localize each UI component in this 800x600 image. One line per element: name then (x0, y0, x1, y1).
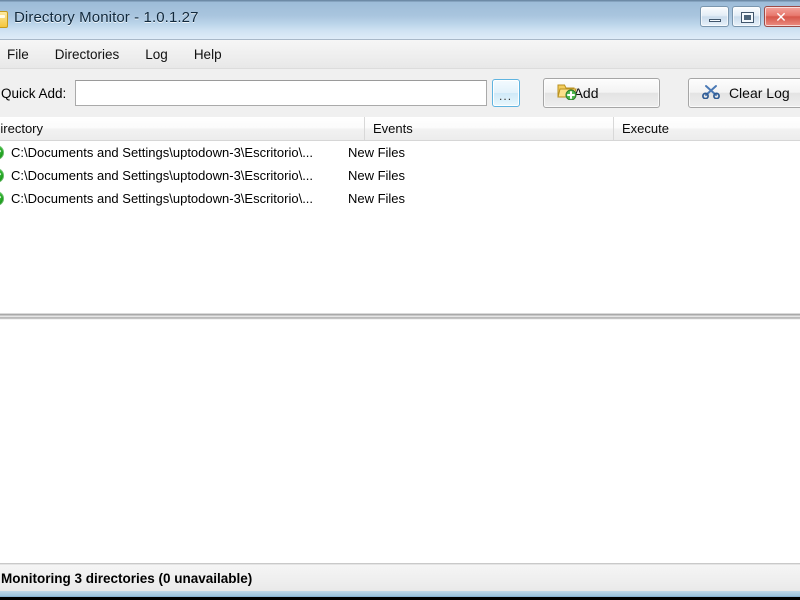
clear-log-button-label: Clear Log (728, 85, 790, 101)
column-header-execute[interactable]: Execute (614, 117, 800, 140)
add-button[interactable]: Add (542, 78, 660, 108)
toolbar: Quick Add: ... Add Clear Log (0, 69, 800, 117)
minimize-icon (709, 19, 721, 22)
cell-directory: C:\Documents and Settings\uptodown-3\Esc… (11, 145, 314, 160)
maximize-button[interactable] (732, 6, 761, 27)
pane-splitter[interactable] (0, 312, 800, 321)
menu-item-directories[interactable]: Directories (42, 43, 133, 66)
column-header-events[interactable]: Events (365, 117, 614, 140)
menu-item-log[interactable]: Log (132, 43, 181, 66)
table-row[interactable]: C:\Documents and Settings\uptodown-3\Esc… (0, 141, 800, 164)
status-text: Monitoring 3 directories (0 unavailable) (1, 570, 253, 586)
menu-item-help[interactable]: Help (181, 43, 235, 66)
menu-bar: File Directories Log Help (0, 40, 800, 69)
maximize-icon (741, 12, 754, 23)
active-icon (0, 168, 4, 183)
cell-directory: C:\Documents and Settings\uptodown-3\Esc… (11, 168, 314, 183)
quick-add-input[interactable] (75, 80, 487, 106)
folder-add-icon (556, 82, 577, 105)
close-button[interactable]: ✕ (764, 6, 800, 27)
table-row[interactable]: C:\Documents and Settings\uptodown-3\Esc… (0, 164, 800, 187)
status-bar: Monitoring 3 directories (0 unavailable) (0, 564, 800, 591)
active-icon (0, 145, 4, 160)
column-header-row: Directory Events Execute (0, 117, 800, 141)
application-window: Directory Monitor - 1.0.1.27 ✕ File Dire… (0, 0, 800, 597)
clear-log-button[interactable]: Clear Log (687, 78, 800, 108)
column-header-directory[interactable]: Directory (0, 117, 365, 140)
cell-events: New Files (347, 168, 406, 183)
window-title: Directory Monitor - 1.0.1.27 (14, 9, 199, 26)
window-controls: ✕ (700, 6, 800, 27)
window-bottom-border (0, 591, 800, 596)
quick-add-label: Quick Add: (1, 85, 67, 101)
browse-button[interactable]: ... (491, 79, 520, 107)
directory-list: Directory Events Execute C:\Documents an… (0, 117, 800, 312)
directory-list-body: C:\Documents and Settings\uptodown-3\Esc… (0, 141, 800, 312)
scissors-icon (701, 83, 720, 104)
add-button-label: Add (573, 85, 599, 101)
menu-item-file[interactable]: File (0, 43, 42, 66)
cell-directory: C:\Documents and Settings\uptodown-3\Esc… (11, 191, 314, 206)
title-bar: Directory Monitor - 1.0.1.27 ✕ (0, 0, 800, 40)
folder-icon (0, 11, 8, 28)
minimize-button[interactable] (700, 6, 729, 27)
active-icon (0, 191, 4, 206)
close-icon: ✕ (775, 9, 787, 25)
log-pane[interactable] (0, 321, 800, 564)
cell-events: New Files (347, 145, 406, 160)
cell-events: New Files (347, 191, 406, 206)
table-row[interactable]: C:\Documents and Settings\uptodown-3\Esc… (0, 187, 800, 210)
